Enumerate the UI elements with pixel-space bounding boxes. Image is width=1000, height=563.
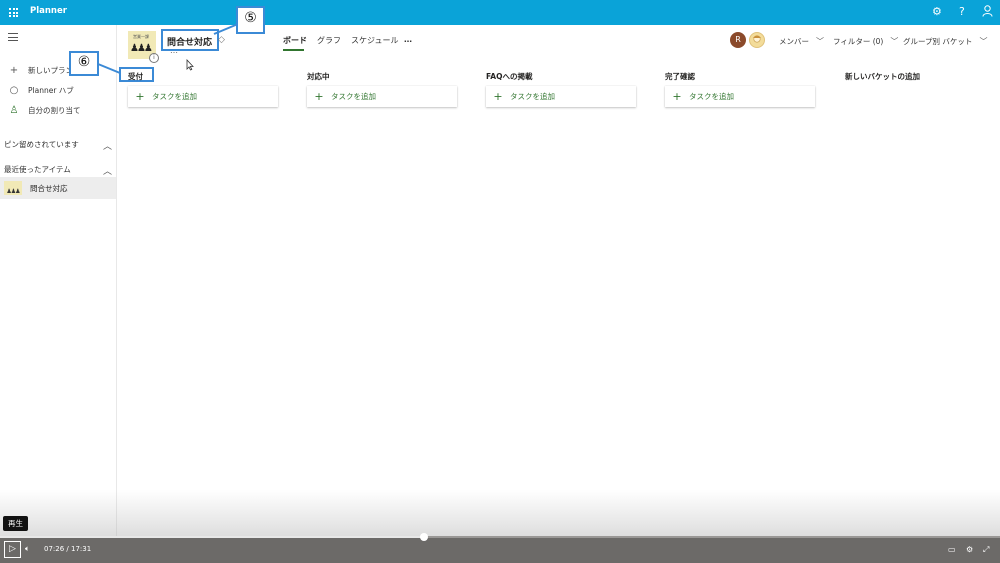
add-task-label: タスクを追加: [331, 92, 376, 101]
chevron-down-icon: ﹀: [979, 37, 988, 46]
volume-icon[interactable]: 🔈︎: [25, 544, 30, 554]
mouse-cursor-icon: [186, 58, 194, 74]
total-time: 17:31: [71, 545, 92, 553]
tab-board[interactable]: ボード: [283, 35, 307, 46]
sidebar-item-planner-hub[interactable]: ○ Planner ハブ: [0, 80, 117, 100]
filter-dropdown[interactable]: フィルター (0) ﹀: [833, 36, 898, 47]
sidebar-item-recent-plan[interactable]: ♟♟♟ 問合せ対応: [0, 177, 116, 199]
add-task-button-4[interactable]: + タスクを追加: [665, 86, 815, 107]
member-avatar-1[interactable]: R: [730, 32, 746, 48]
plus-icon: +: [314, 90, 324, 103]
chevron-down-icon: ﹀: [816, 37, 824, 46]
plan-thumbnail-icon: ♟♟♟: [4, 181, 22, 195]
sidebar-item-label: 自分の割り当て: [28, 105, 81, 115]
callout-connector-6: [97, 63, 121, 74]
member-avatar-2[interactable]: [749, 32, 765, 48]
hamburger-menu-icon[interactable]: [8, 33, 18, 44]
group-by-label: グループ別 バケット: [903, 37, 973, 46]
callout-number-5: ⑤: [244, 10, 257, 26]
filter-label: フィルター (0): [833, 37, 884, 46]
play-tooltip: 再生: [3, 516, 28, 531]
sidebar-item-label: Planner ハブ: [28, 85, 74, 95]
group-by-dropdown[interactable]: グループ別 バケット ﹀: [903, 36, 987, 47]
add-task-label: タスクを追加: [152, 92, 197, 101]
plus-icon: +: [9, 64, 19, 76]
chevron-up-icon: ︿: [102, 167, 112, 177]
add-task-label: タスクを追加: [510, 92, 555, 101]
bucket-title-3[interactable]: FAQへの掲載: [486, 71, 532, 82]
left-sidebar: + 新しいプラン ○ Planner ハブ ♙ 自分の割り当て ピン留めされてい…: [0, 25, 117, 537]
top-bar: Planner ⚙ ?: [0, 0, 1000, 25]
chevron-up-icon: ︿: [102, 142, 112, 152]
sidebar-item-my-tasks[interactable]: ♙ 自分の割り当て: [0, 100, 117, 120]
fullscreen-icon[interactable]: ⤢: [983, 545, 989, 555]
members-dropdown[interactable]: メンバー ﹀: [779, 36, 824, 47]
bucket-title-1[interactable]: 受付: [128, 71, 143, 82]
sidebar-item-label: 問合せ対応: [30, 183, 68, 193]
time-display: 07:26 / 17:31: [44, 545, 91, 553]
bucket-title-4[interactable]: 完了確認: [665, 71, 695, 82]
add-new-bucket[interactable]: 新しいバケットの追加: [845, 71, 920, 82]
add-task-button-2[interactable]: + タスクを追加: [307, 86, 457, 107]
time-separator: /: [66, 545, 69, 553]
app-name[interactable]: Planner: [30, 6, 67, 16]
tab-schedule[interactable]: スケジュール: [351, 35, 398, 46]
sidebar-item-label: 新しいプラン: [28, 65, 73, 75]
video-player-bar: [0, 537, 1000, 563]
plan-icon-tag: 営業一課: [133, 34, 149, 39]
add-task-button-3[interactable]: + タスクを追加: [486, 86, 636, 107]
person-icon: ♙: [9, 104, 19, 116]
player-gradient: [0, 490, 1000, 537]
chevron-down-icon: ﹀: [890, 37, 899, 46]
add-task-label: タスクを追加: [689, 92, 734, 101]
info-icon[interactable]: i: [149, 53, 159, 63]
settings-gear-icon[interactable]: ⚙: [932, 5, 942, 19]
recent-section-label: 最近使ったアイテム: [4, 165, 71, 174]
captions-icon[interactable]: ▭: [948, 545, 956, 554]
plus-icon: +: [672, 90, 682, 103]
members-label: メンバー: [779, 37, 809, 46]
help-icon[interactable]: ?: [959, 5, 965, 19]
progress-fill: [0, 536, 424, 538]
add-task-button-1[interactable]: + タスクを追加: [128, 86, 278, 107]
people-icon: ♟♟♟: [130, 43, 153, 54]
tab-charts[interactable]: グラフ: [317, 35, 341, 46]
plus-icon: +: [493, 90, 503, 103]
pinned-section-label: ピン留めされています: [4, 140, 79, 149]
play-button-icon[interactable]: ▷: [4, 541, 21, 558]
plan-more-options[interactable]: …: [170, 46, 178, 55]
pin-icon[interactable]: ◇: [218, 35, 225, 45]
settings-gear-icon[interactable]: ⚙: [966, 545, 973, 554]
circle-icon: ○: [9, 84, 19, 96]
app-launcher-icon[interactable]: [9, 8, 18, 17]
bucket-title-2[interactable]: 対応中: [307, 71, 330, 82]
account-icon[interactable]: [982, 5, 993, 21]
recent-section-header[interactable]: 最近使ったアイテム ︿: [4, 164, 112, 177]
current-time: 07:26: [44, 545, 65, 553]
progress-thumb[interactable]: [420, 533, 428, 541]
pinned-section-header[interactable]: ピン留めされています ︿: [4, 139, 112, 152]
active-tab-indicator: [283, 49, 304, 51]
callout-number-6: ⑥: [77, 54, 91, 70]
tab-more-icon[interactable]: …: [404, 35, 412, 44]
plus-icon: +: [135, 90, 145, 103]
